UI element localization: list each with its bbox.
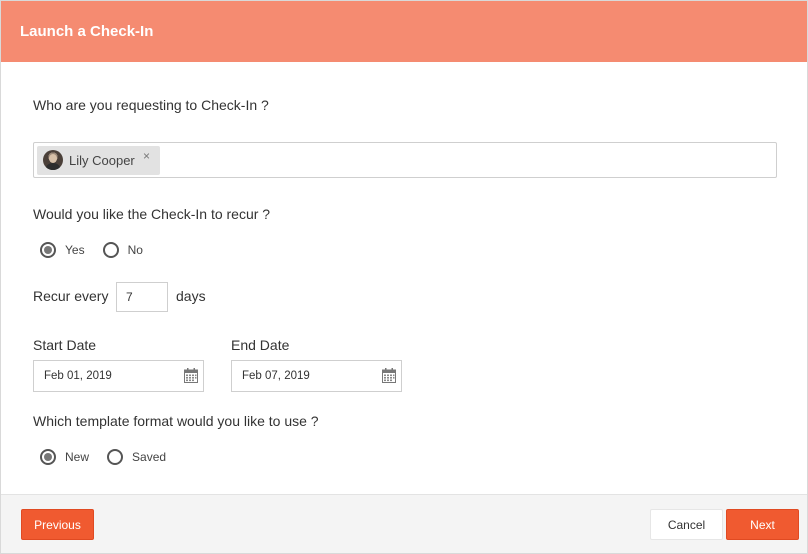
recur-every-input[interactable]: 7 (116, 282, 168, 312)
calendar-icon[interactable] (382, 368, 396, 383)
dialog-title: Launch a Check-In (20, 23, 154, 40)
template-question: Which template format would you like to … (33, 413, 319, 429)
recur-yes-label[interactable]: Yes (65, 243, 85, 257)
start-date-label: Start Date (33, 337, 97, 353)
end-date-label: End Date (231, 337, 290, 353)
template-new-label[interactable]: New (65, 450, 89, 464)
recur-radio-group: Yes No (40, 242, 161, 258)
template-new-radio[interactable] (40, 449, 56, 465)
template-saved-radio[interactable] (107, 449, 124, 465)
user-chip: Lily Cooper × (37, 146, 160, 175)
start-date-input[interactable]: Feb 01, 2019 (33, 360, 204, 392)
template-saved-label[interactable]: Saved (132, 450, 166, 464)
dialog-footer: Previous Cancel Next (1, 494, 807, 553)
requestee-question: Who are you requesting to Check-In ? (33, 97, 269, 113)
recur-no-label[interactable]: No (128, 243, 143, 257)
recur-unit-label: days (176, 288, 206, 304)
cancel-button[interactable]: Cancel (650, 509, 723, 540)
recur-no-radio[interactable] (102, 242, 119, 258)
user-chip-name: Lily Cooper (69, 153, 135, 168)
previous-button[interactable]: Previous (21, 509, 94, 540)
start-date-value: Feb 01, 2019 (44, 370, 112, 382)
launch-checkin-dialog: Launch a Check-In Who are you requesting… (0, 0, 808, 554)
calendar-icon[interactable] (184, 368, 198, 383)
dialog-header: Launch a Check-In (1, 1, 807, 62)
end-date-input[interactable]: Feb 07, 2019 (231, 360, 402, 392)
recur-every-label: Recur every (33, 288, 109, 304)
avatar (43, 150, 63, 170)
template-radio-group: New Saved (40, 449, 184, 465)
end-date-value: Feb 07, 2019 (242, 370, 310, 382)
requestee-tag-input[interactable]: Lily Cooper × (33, 142, 777, 178)
next-button[interactable]: Next (726, 509, 799, 540)
recur-yes-radio[interactable] (40, 242, 56, 258)
recur-question: Would you like the Check-In to recur ? (33, 206, 271, 222)
remove-user-icon[interactable]: × (143, 149, 150, 163)
